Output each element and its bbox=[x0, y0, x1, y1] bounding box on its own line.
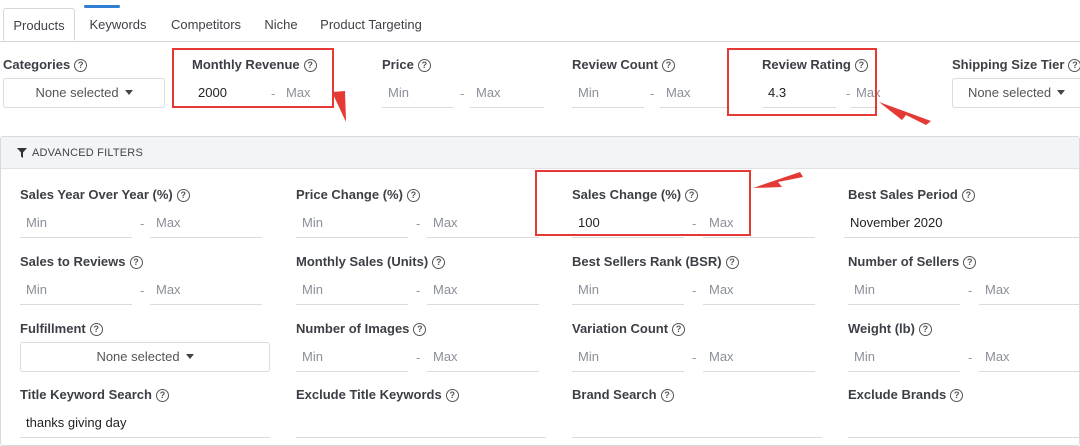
variation-count-label: Variation Count? bbox=[572, 321, 686, 336]
tab-competitors[interactable]: Competitors bbox=[166, 8, 246, 41]
number-of-sellers-label: Number of Sellers? bbox=[848, 254, 977, 269]
range-separator: - bbox=[416, 216, 421, 231]
advanced-filters-title: ADVANCED FILTERS bbox=[32, 147, 143, 159]
help-icon[interactable]: ? bbox=[963, 256, 977, 269]
help-icon[interactable]: ? bbox=[155, 389, 169, 402]
sales-yoy-max-input[interactable]: Max bbox=[150, 208, 262, 238]
help-icon[interactable]: ? bbox=[660, 389, 674, 402]
monthly-sales-units-label: Monthly Sales (Units)? bbox=[296, 254, 446, 269]
monthly-sales-units-min-input[interactable]: Min bbox=[296, 275, 408, 305]
help-icon[interactable]: ? bbox=[417, 59, 431, 72]
help-icon[interactable]: ? bbox=[176, 189, 190, 202]
variation-count-max-input[interactable]: Max bbox=[703, 342, 815, 372]
price-max-input[interactable]: Max bbox=[470, 78, 544, 108]
bsr-min-input[interactable]: Min bbox=[572, 275, 684, 305]
arrow-monthly-revenue-icon bbox=[332, 91, 346, 122]
brand-search-label: Brand Search? bbox=[572, 387, 674, 402]
number-of-sellers-min-input[interactable]: Min bbox=[848, 275, 960, 305]
range-separator: - bbox=[968, 283, 973, 298]
categories-dropdown[interactable]: None selected bbox=[3, 78, 165, 108]
tab-keywords[interactable]: Keywords bbox=[84, 8, 152, 41]
fulfillment-label: Fulfillment? bbox=[20, 321, 103, 336]
price-change-label: Price Change (%)? bbox=[296, 187, 420, 202]
best-sales-period-label: Best Sales Period? bbox=[848, 187, 975, 202]
bsr-label: Best Sellers Rank (BSR)? bbox=[572, 254, 739, 269]
review-count-max-input[interactable]: Max bbox=[660, 78, 730, 108]
monthly-sales-units-max-input[interactable]: Max bbox=[427, 275, 539, 305]
title-keyword-search-label: Title Keyword Search? bbox=[20, 387, 169, 402]
range-separator: - bbox=[460, 86, 465, 101]
tab-bar: Products Keywords Competitors Niche Prod… bbox=[0, 0, 1080, 42]
variation-count-min-input[interactable]: Min bbox=[572, 342, 684, 372]
brand-search-input[interactable] bbox=[572, 408, 822, 438]
exclude-title-keywords-label: Exclude Title Keywords? bbox=[296, 387, 459, 402]
tab-product-targeting[interactable]: Product Targeting bbox=[318, 8, 424, 41]
range-separator: - bbox=[140, 216, 145, 231]
tab-niche[interactable]: Niche bbox=[258, 8, 304, 41]
tab-products[interactable]: Products bbox=[3, 8, 75, 41]
range-separator: - bbox=[692, 350, 697, 365]
sales-to-reviews-min-input[interactable]: Min bbox=[20, 275, 132, 305]
range-separator: - bbox=[968, 350, 973, 365]
help-icon[interactable]: ? bbox=[413, 323, 427, 336]
help-icon[interactable]: ? bbox=[74, 59, 88, 72]
range-separator: - bbox=[140, 283, 145, 298]
help-icon[interactable]: ? bbox=[725, 256, 739, 269]
help-icon[interactable]: ? bbox=[89, 323, 103, 336]
sales-to-reviews-label: Sales to Reviews? bbox=[20, 254, 143, 269]
range-separator: - bbox=[692, 283, 697, 298]
advanced-filters-header[interactable]: ADVANCED FILTERS bbox=[1, 137, 1079, 169]
number-of-sellers-max-input[interactable]: Max bbox=[979, 275, 1080, 305]
range-separator: - bbox=[416, 350, 421, 365]
weight-max-input[interactable]: Max bbox=[979, 342, 1080, 372]
price-change-max-input[interactable]: Max bbox=[427, 208, 539, 238]
arrow-review-rating-icon bbox=[879, 102, 931, 125]
help-icon[interactable]: ? bbox=[918, 323, 932, 336]
title-keyword-search-input[interactable]: thanks giving day bbox=[20, 408, 270, 438]
help-icon[interactable]: ? bbox=[129, 256, 143, 269]
help-icon[interactable]: ? bbox=[406, 189, 420, 202]
fulfillment-dropdown[interactable]: None selected bbox=[20, 342, 270, 372]
review-count-label: Review Count? bbox=[572, 57, 675, 72]
shipping-size-tier-dropdown[interactable]: None selected bbox=[952, 78, 1080, 108]
highlight-box-sales-change bbox=[535, 170, 751, 236]
number-of-images-max-input[interactable]: Max bbox=[427, 342, 539, 372]
highlight-box-monthly-revenue bbox=[172, 48, 334, 108]
number-of-images-label: Number of Images? bbox=[296, 321, 427, 336]
best-sales-period-input[interactable]: November 2020 bbox=[844, 208, 1080, 238]
price-min-input[interactable]: Min bbox=[382, 78, 454, 108]
help-icon[interactable]: ? bbox=[432, 256, 446, 269]
price-label: Price? bbox=[382, 57, 431, 72]
number-of-images-min-input[interactable]: Min bbox=[296, 342, 408, 372]
bsr-max-input[interactable]: Max bbox=[703, 275, 815, 305]
sales-to-reviews-max-input[interactable]: Max bbox=[150, 275, 262, 305]
sales-yoy-label: Sales Year Over Year (%)? bbox=[20, 187, 190, 202]
weight-label: Weight (lb)? bbox=[848, 321, 932, 336]
sales-yoy-min-input[interactable]: Min bbox=[20, 208, 132, 238]
range-separator: - bbox=[650, 86, 655, 101]
weight-min-input[interactable]: Min bbox=[848, 342, 960, 372]
help-icon[interactable]: ? bbox=[950, 389, 964, 402]
help-icon[interactable]: ? bbox=[1068, 59, 1080, 72]
exclude-brands-input[interactable] bbox=[848, 408, 1080, 438]
range-separator: - bbox=[416, 283, 421, 298]
help-icon[interactable]: ? bbox=[445, 389, 459, 402]
caret-down-icon bbox=[1057, 90, 1066, 95]
exclude-brands-label: Exclude Brands? bbox=[848, 387, 964, 402]
caret-down-icon bbox=[124, 90, 133, 95]
shipping-size-tier-label: Shipping Size Tier? bbox=[952, 57, 1080, 72]
help-icon[interactable]: ? bbox=[672, 323, 686, 336]
filter-icon bbox=[17, 148, 27, 158]
highlight-box-review-rating bbox=[727, 48, 877, 116]
help-icon[interactable]: ? bbox=[961, 189, 975, 202]
exclude-title-keywords-input[interactable] bbox=[296, 408, 546, 438]
help-icon[interactable]: ? bbox=[661, 59, 675, 72]
price-change-min-input[interactable]: Min bbox=[296, 208, 408, 238]
categories-label: Categories? bbox=[3, 57, 88, 72]
caret-down-icon bbox=[185, 354, 194, 359]
review-count-min-input[interactable]: Min bbox=[572, 78, 644, 108]
